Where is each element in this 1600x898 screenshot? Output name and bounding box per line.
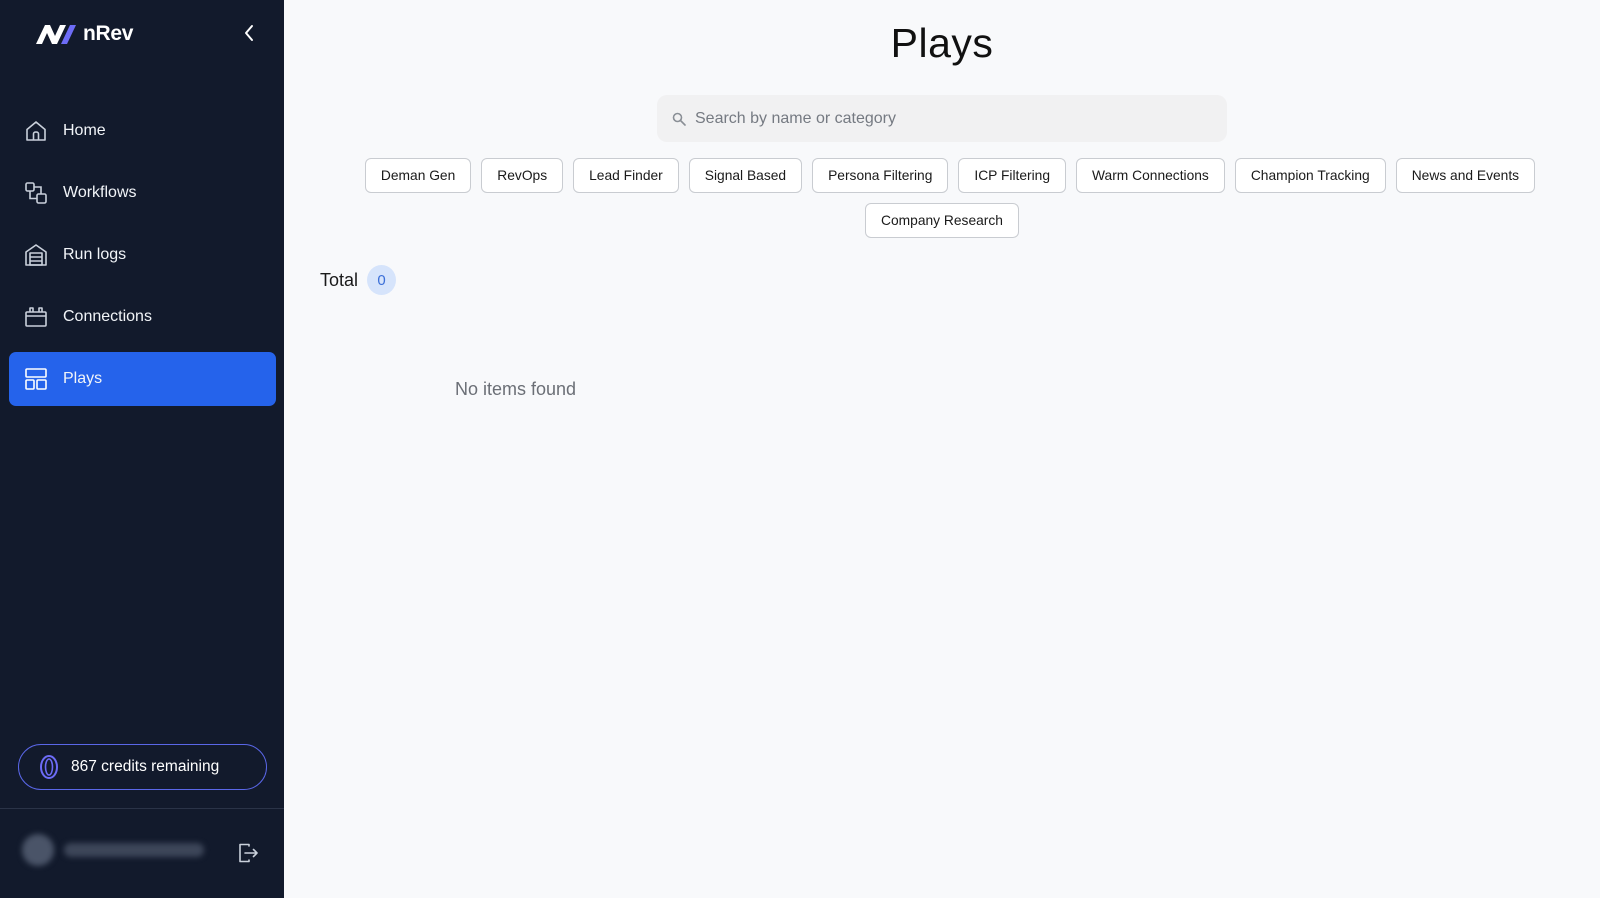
category-chip-news-and-events[interactable]: News and Events: [1395, 158, 1536, 193]
category-row: Deman Gen RevOps Lead Finder Signal Base…: [284, 158, 1600, 193]
sidebar-item-label: Connections: [63, 308, 152, 325]
credits-coin-icon: [40, 755, 58, 779]
chevron-left-icon: [245, 25, 253, 41]
category-chip-lead-finder[interactable]: Lead Finder: [573, 158, 679, 193]
credits-label: 867 credits remaining: [71, 758, 220, 775]
connections-icon: [23, 304, 49, 330]
category-row: Company Research: [284, 203, 1600, 238]
workflow-icon: [23, 180, 49, 206]
plays-icon: [23, 366, 49, 392]
sidebar-nav: Home Workflows Run logs Connections Play…: [9, 104, 276, 414]
category-chip-signal-based[interactable]: Signal Based: [688, 158, 803, 193]
total-label: Total: [320, 269, 359, 290]
category-chip-revops[interactable]: RevOps: [481, 158, 564, 193]
category-chip-icp-filtering[interactable]: ICP Filtering: [958, 158, 1067, 193]
total-count-badge: 0: [367, 265, 397, 295]
sidebar-item-label: Run logs: [63, 246, 127, 263]
nrev-logo-icon: [36, 25, 76, 44]
user-profile[interactable]: [22, 834, 204, 866]
sidebar: nRev Home Workflows Run logs Connections…: [0, 0, 284, 898]
brand[interactable]: nRev: [35, 20, 133, 48]
sidebar-item-home[interactable]: Home: [9, 104, 276, 158]
sidebar-item-plays[interactable]: Plays: [9, 352, 276, 406]
sidebar-item-label: Home: [63, 122, 106, 139]
page-title: Plays: [890, 20, 994, 66]
logout-button[interactable]: [237, 842, 259, 864]
logout-icon: [239, 843, 258, 863]
category-chip-warm-connections[interactable]: Warm Connections: [1076, 158, 1225, 193]
brand-name: nRev: [83, 22, 134, 45]
category-chip-deman-gen[interactable]: Deman Gen: [364, 158, 472, 193]
sidebar-item-label: Plays: [63, 370, 103, 387]
empty-state-message: No items found: [455, 379, 577, 399]
category-chip-persona-filtering[interactable]: Persona Filtering: [812, 158, 949, 193]
run-logs-icon: [23, 242, 49, 268]
main-content: Plays Deman Gen RevOps Lead Finder Signa…: [284, 0, 1600, 898]
sidebar-item-connections[interactable]: Connections: [9, 290, 276, 344]
avatar: [22, 834, 54, 866]
category-filters: Deman Gen RevOps Lead Finder Signal Base…: [284, 158, 1600, 248]
collapse-sidebar-button[interactable]: [238, 20, 260, 46]
search-bar[interactable]: [657, 95, 1227, 142]
search-icon: [672, 112, 686, 126]
sidebar-item-workflows[interactable]: Workflows: [9, 166, 276, 220]
sidebar-item-label: Workflows: [63, 184, 137, 201]
category-chip-champion-tracking[interactable]: Champion Tracking: [1234, 158, 1386, 193]
sidebar-divider: [0, 808, 284, 809]
search-input[interactable]: [695, 109, 1195, 128]
category-chip-company-research[interactable]: Company Research: [865, 203, 1019, 238]
total-count: Total 0: [320, 265, 397, 295]
sidebar-item-run-logs[interactable]: Run logs: [9, 228, 276, 282]
credits-button[interactable]: 867 credits remaining: [18, 744, 267, 790]
home-icon: [23, 118, 49, 144]
user-email-blurred: [64, 843, 204, 857]
